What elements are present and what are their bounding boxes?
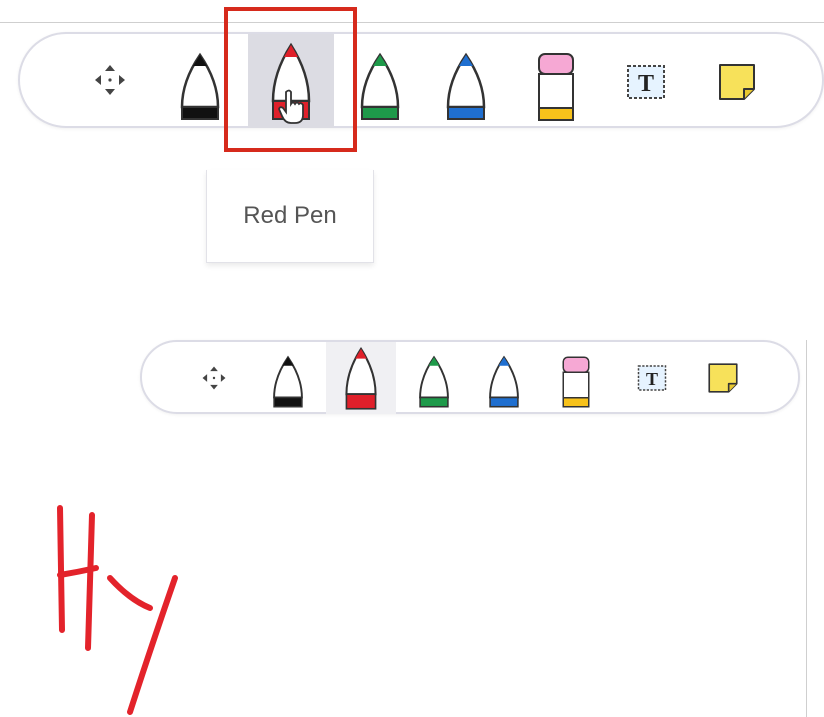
- move-arrows-icon: [202, 366, 226, 390]
- drawing-canvas[interactable]: [0, 420, 806, 717]
- blue-pen-icon: [446, 52, 486, 120]
- black-pen-icon: [180, 52, 220, 120]
- svg-text:T: T: [646, 369, 658, 389]
- red-pen-highlight-box: [224, 7, 357, 152]
- highlighter-button[interactable]: [526, 42, 586, 132]
- sticky-note-icon: [708, 363, 738, 393]
- green-pen-icon: [360, 52, 400, 120]
- sticky-note-button[interactable]: [708, 54, 766, 110]
- top-divider: [0, 22, 824, 23]
- highlighter-icon: [538, 53, 574, 121]
- move-tool-button-2[interactable]: [196, 360, 232, 396]
- text-box-icon: T: [627, 65, 665, 99]
- blue-pen-icon: [489, 355, 519, 408]
- black-pen-button[interactable]: [170, 44, 230, 130]
- blue-pen-button-2[interactable]: [482, 350, 526, 414]
- pen-toolbar-bottom: T: [140, 340, 800, 414]
- text-box-icon: T: [637, 365, 667, 391]
- right-divider: [806, 340, 807, 717]
- move-arrows-icon: [95, 65, 125, 95]
- black-pen-icon: [273, 355, 303, 408]
- move-tool-button[interactable]: [82, 52, 138, 108]
- red-pen-tooltip: Red Pen: [206, 170, 374, 263]
- highlighter-button-2[interactable]: [554, 350, 598, 414]
- sticky-note-button-2[interactable]: [702, 358, 744, 398]
- green-pen-icon: [419, 355, 449, 408]
- red-pen-button-2[interactable]: [326, 342, 396, 414]
- text-box-button-2[interactable]: T: [632, 360, 672, 396]
- blue-pen-button[interactable]: [436, 44, 496, 130]
- svg-text:T: T: [638, 71, 654, 97]
- highlighter-icon: [562, 356, 590, 408]
- red-pen-icon: [345, 346, 377, 410]
- green-pen-button-2[interactable]: [412, 350, 456, 414]
- black-pen-button-2[interactable]: [266, 350, 310, 414]
- handwriting-hy: [57, 505, 178, 715]
- green-pen-button[interactable]: [350, 44, 410, 130]
- text-box-button[interactable]: T: [618, 56, 674, 108]
- tooltip-label: Red Pen: [243, 202, 337, 229]
- sticky-note-icon: [719, 64, 755, 100]
- pen-toolbar-top: T: [18, 32, 824, 128]
